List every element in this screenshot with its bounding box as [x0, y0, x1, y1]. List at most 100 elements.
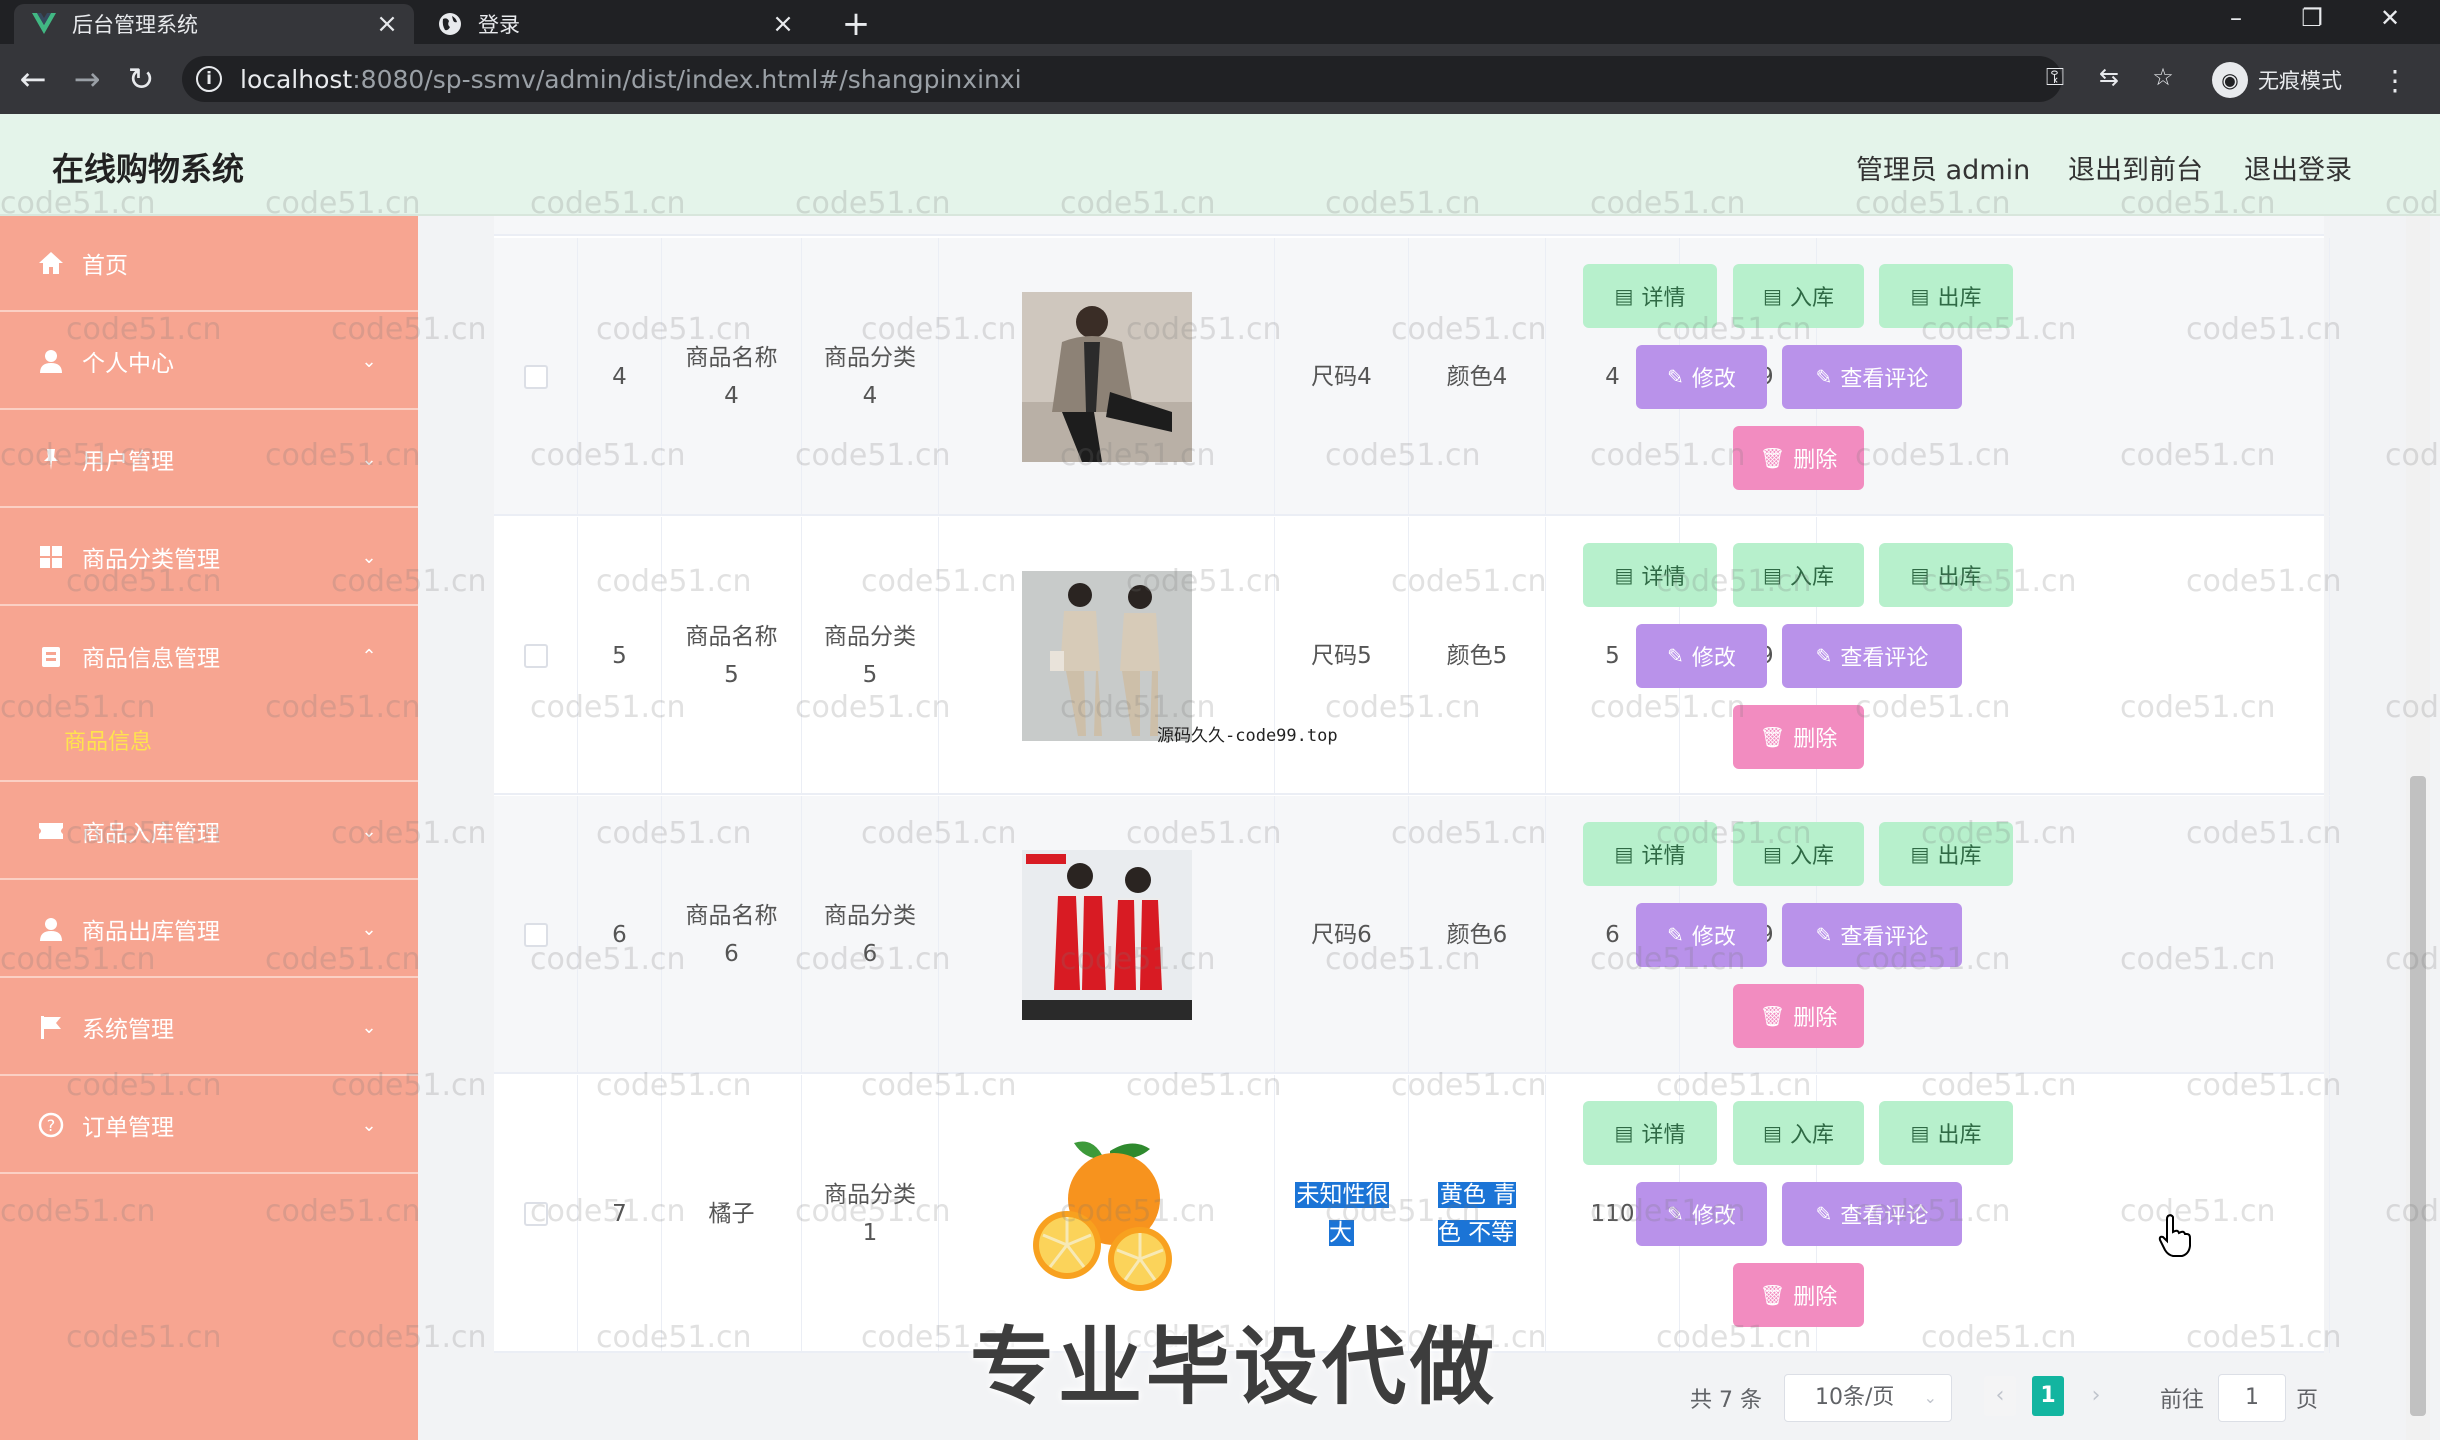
vue-logo-icon	[30, 10, 58, 38]
view-comments-button[interactable]: ✎ 查看评论	[1782, 903, 1962, 967]
detail-button[interactable]: ▤ 详情	[1583, 264, 1717, 328]
stock-in-button[interactable]: ▤ 入库	[1733, 543, 1864, 607]
tab-login[interactable]: 登录 ×	[420, 4, 810, 44]
page-size-select[interactable]: 10条/页 ⌄	[1784, 1374, 1952, 1422]
reload-icon[interactable]: ↻	[120, 58, 162, 100]
image-cell	[939, 238, 1275, 516]
new-tab-button[interactable]: +	[836, 4, 876, 44]
document-icon: ▤	[1763, 563, 1782, 587]
translate-icon[interactable]: ⇆	[2094, 62, 2124, 92]
edit-button[interactable]: ✎ 修改	[1636, 624, 1767, 688]
sidebar-item-category[interactable]: 商品分类管理 ⌄	[0, 510, 418, 606]
sidebar-item-home[interactable]: 首页	[0, 216, 418, 312]
scrollbar[interactable]	[2406, 216, 2430, 1440]
delete-button[interactable]: 🗑 删除	[1733, 984, 1864, 1048]
sidebar-item-system[interactable]: 系统管理 ⌄	[0, 980, 418, 1076]
name-cell: 商品名称 5	[662, 517, 802, 795]
minimize-icon[interactable]: –	[2206, 0, 2266, 36]
product-category: 商品分类 6	[824, 897, 916, 973]
url-field[interactable]: i localhost:8080/sp-ssmv/admin/dist/inde…	[182, 56, 2062, 102]
delete-button[interactable]: 🗑 删除	[1733, 705, 1864, 769]
pencil-icon: ✎	[1667, 644, 1684, 668]
edit-button[interactable]: ✎ 修改	[1636, 903, 1767, 967]
window-close-icon[interactable]: ✕	[2360, 0, 2420, 36]
chevron-down-icon: ⌄	[361, 918, 377, 940]
row-checkbox[interactable]	[523, 644, 548, 668]
row-checkbox[interactable]	[523, 365, 548, 389]
stock-out-button[interactable]: ▤ 出库	[1879, 264, 2013, 328]
edit-button[interactable]: ✎ 修改	[1636, 1182, 1767, 1246]
tab-admin[interactable]: 后台管理系统 ×	[14, 4, 414, 44]
stock-out-button[interactable]: ▤ 出库	[1879, 1101, 2013, 1165]
edit-button[interactable]: ✎ 修改	[1636, 345, 1767, 409]
delete-button[interactable]: 🗑 删除	[1733, 426, 1864, 490]
row-checkbox[interactable]	[523, 1202, 548, 1226]
pencil-icon: ✎	[1667, 923, 1684, 947]
image-cell	[939, 517, 1275, 795]
pencil-icon: ✎	[1815, 1202, 1833, 1226]
size-cell: 尺码5	[1275, 517, 1409, 795]
close-tab-icon[interactable]: ×	[768, 9, 798, 39]
sidebar-subitem-product-info[interactable]: 商品信息	[64, 724, 152, 756]
prev-page-button[interactable]: ‹	[1984, 1376, 2016, 1416]
product-color: 颜色5	[1446, 643, 1508, 669]
sidebar-item-stock-in[interactable]: 商品入库管理 ⌄	[0, 784, 418, 880]
incognito-indicator[interactable]: ◉ 无痕模式	[2212, 62, 2342, 98]
site-info-icon[interactable]: i	[196, 66, 222, 92]
edit-button-label: 修改	[1691, 367, 1736, 392]
current-page-button[interactable]: 1	[2032, 1376, 2064, 1416]
browser-menu-icon[interactable]: ⋮	[2380, 64, 2410, 98]
image-cell	[939, 796, 1275, 1074]
delete-button-label: 删除	[1793, 448, 1838, 473]
stock-out-button[interactable]: ▤ 出库	[1879, 822, 2013, 886]
product-category-line: 商品分类	[824, 345, 916, 371]
key-icon[interactable]: ⚿	[2040, 62, 2070, 92]
sidebar-item-product-info[interactable]: 商品信息管理 ⌃	[0, 608, 418, 704]
star-icon[interactable]: ☆	[2148, 62, 2178, 92]
stock-in-button[interactable]: ▤ 入库	[1733, 1101, 1864, 1165]
stray-caption: 源码久久-code99.top	[1157, 726, 1338, 746]
view-comments-button[interactable]: ✎ 查看评论	[1782, 1182, 1962, 1246]
pencil-icon: ✎	[1815, 365, 1833, 389]
product-icon	[36, 641, 66, 671]
stock-in-button[interactable]: ▤ 入库	[1733, 822, 1864, 886]
sidebar-item-label: 用户管理	[82, 449, 174, 475]
overlay-banner: 专业毕设代做	[970, 1318, 1499, 1416]
view-comments-button[interactable]: ✎ 查看评论	[1782, 345, 1962, 409]
sidebar-item-stock-out[interactable]: 商品出库管理 ⌄	[0, 882, 418, 978]
forward-icon[interactable]: →	[66, 58, 108, 100]
product-name-line: 商品名称	[685, 624, 778, 650]
view-comments-button-label: 查看评论	[1840, 1204, 1929, 1229]
sidebar-item-orders[interactable]: ? 订单管理 ⌄	[0, 1078, 418, 1174]
stock-out-button-label: 出库	[1937, 286, 1982, 311]
product-name: 商品名称 5	[686, 618, 778, 694]
delete-button-label: 删除	[1793, 727, 1838, 752]
delete-button[interactable]: 🗑 删除	[1733, 1263, 1864, 1327]
product-image	[1021, 850, 1192, 1020]
pencil-icon: ✎	[1815, 644, 1833, 668]
sidebar-item-label: 系统管理	[82, 1017, 174, 1043]
sidebar-item-users[interactable]: 用户管理 ⌄	[0, 412, 418, 508]
stock-out-button[interactable]: ▤ 出库	[1879, 543, 2013, 607]
close-tab-icon[interactable]: ×	[372, 9, 402, 39]
product-category-line: 商品分类	[824, 903, 916, 929]
detail-button[interactable]: ▤ 详情	[1583, 543, 1717, 607]
product-color: 黄色 青色 不等	[1437, 1182, 1517, 1246]
row-checkbox[interactable]	[523, 923, 548, 947]
restore-icon[interactable]: ❐	[2282, 0, 2342, 36]
logout-link[interactable]: 退出登录	[2244, 148, 2352, 187]
goto-page-input[interactable]: 1	[2218, 1374, 2286, 1422]
scrollbar-thumb[interactable]	[2410, 776, 2426, 1416]
view-comments-button[interactable]: ✎ 查看评论	[1782, 624, 1962, 688]
product-table: 4商品名称4商品分类4尺码4颜色4499.9▤详情▤入库▤出库✎修改✎查看评论🗑…	[494, 216, 2330, 1353]
delete-button-label: 删除	[1793, 1006, 1838, 1031]
sidebar-item-personal[interactable]: 个人中心 ⌄	[0, 314, 418, 410]
stock-in-button[interactable]: ▤ 入库	[1733, 264, 1864, 328]
next-page-button[interactable]: ›	[2080, 1376, 2112, 1416]
detail-button[interactable]: ▤ 详情	[1583, 822, 1717, 886]
back-to-front-link[interactable]: 退出到前台	[2068, 148, 2203, 187]
tab-title: 登录	[478, 13, 520, 37]
back-icon[interactable]: ←	[12, 58, 54, 100]
checkbox-cell	[494, 517, 578, 795]
detail-button[interactable]: ▤ 详情	[1583, 1101, 1717, 1165]
